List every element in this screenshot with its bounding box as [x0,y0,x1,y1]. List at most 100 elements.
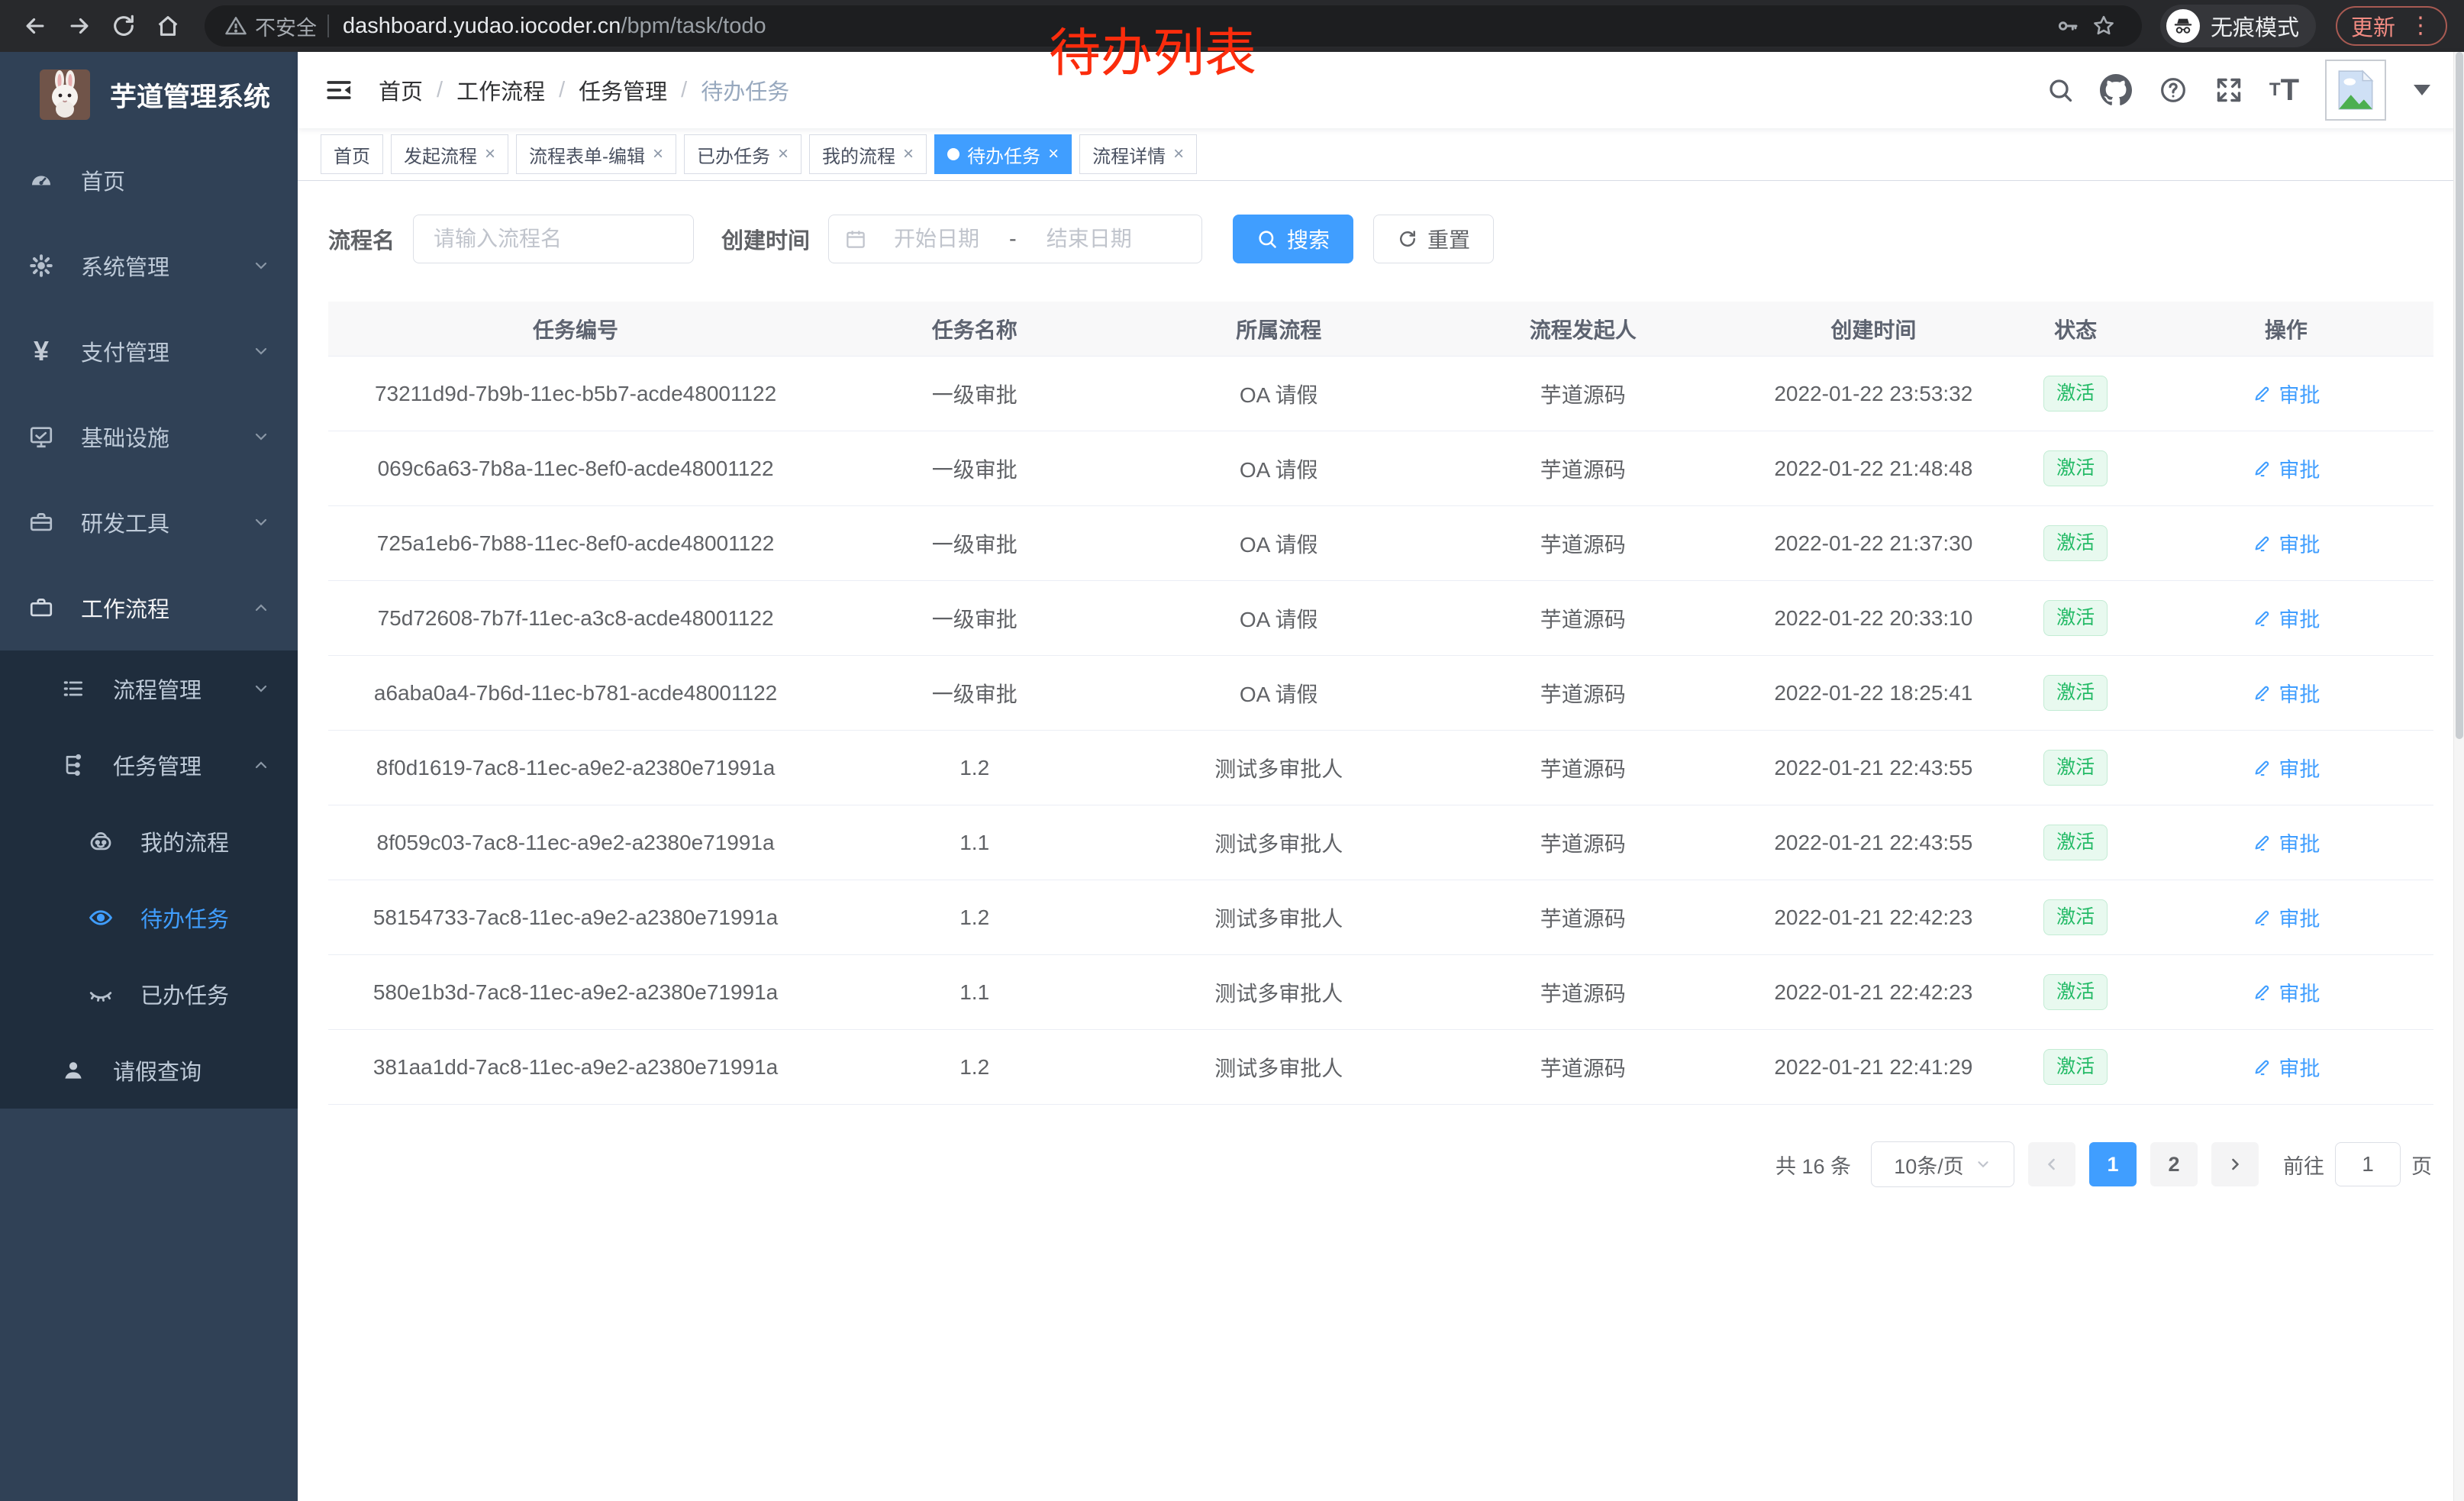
sidebar-item-home[interactable]: 首页 [0,137,298,223]
saved-passwords-button[interactable] [2049,8,2085,44]
tree-glyph [61,753,85,777]
approve-link[interactable]: 审批 [2252,977,2320,1007]
table-row: 75d72608-7b7f-11ec-a3c8-acde48001122 一级审… [328,581,2433,656]
close-icon[interactable]: × [1048,144,1059,165]
annotation-overlay: 待办列表 [1049,11,1256,86]
sidebar-item-dev-tools[interactable]: 研发工具 [0,479,298,565]
browser-reload-button[interactable] [105,8,142,44]
refresh-icon [1397,228,1418,250]
col-task-name: 任务名称 [823,314,1126,344]
tag-label: 流程详情 [1092,141,1166,168]
sidebar-item-todo-tasks[interactable]: 待办任务 [0,880,298,956]
tag-start-process[interactable]: 发起流程× [391,134,508,174]
approve-link[interactable]: 审批 [2252,379,2320,408]
sidebar-item-system[interactable]: 系统管理 [0,223,298,308]
page-2-button[interactable]: 2 [2150,1142,2198,1186]
task-name: 1.2 [823,1055,1126,1080]
close-icon[interactable]: × [1173,144,1184,165]
browser-forward-button[interactable] [61,8,98,44]
sidebar-item-process-management[interactable]: 流程管理 [0,650,298,727]
list-icon [60,676,87,701]
breadcrumb-task-management[interactable]: 任务管理 [579,74,667,106]
sidebar-item-done-tasks[interactable]: 已办任务 [0,956,298,1032]
eye-closed-icon [87,981,114,1007]
close-icon[interactable]: × [653,144,663,165]
workflow-submenu: 流程管理 任务管理 我的流程 待办任务 [0,650,298,1109]
browser-home-button[interactable] [150,8,186,44]
start-date-input[interactable] [872,217,1001,261]
close-icon[interactable]: × [778,144,789,165]
toolbox-icon [27,509,55,535]
tag-label: 已办任务 [697,141,770,168]
edit-icon [2252,608,2272,628]
status-badge: 激活 [2043,675,2108,711]
approve-link[interactable]: 审批 [2252,528,2320,558]
end-date-input[interactable] [1024,217,1154,261]
next-page-button[interactable] [2211,1142,2259,1186]
search-icon [2046,76,2074,104]
pagination-total: 共 16 条 [1775,1150,1851,1180]
approve-link[interactable]: 审批 [2252,603,2320,633]
approve-link[interactable]: 审批 [2252,1052,2320,1082]
key-icon [2055,14,2079,38]
tag-process-form-edit[interactable]: 流程表单-编辑× [516,134,676,174]
table-row: 725a1eb6-7b88-11ec-8ef0-acde48001122 一级审… [328,506,2433,581]
robot-face-glyph [88,828,114,854]
breadcrumb-separator: / [559,78,565,103]
page-scrollbar[interactable] [2453,52,2464,1501]
tag-my-process[interactable]: 我的流程× [809,134,927,174]
approve-link[interactable]: 审批 [2252,454,2320,483]
browser-menu-icon[interactable]: ⋮ [2409,15,2432,37]
sidebar-item-task-management[interactable]: 任务管理 [0,727,298,803]
header-search-button[interactable] [2046,76,2074,104]
incognito-icon [2166,9,2200,43]
github-link[interactable] [2100,74,2132,106]
search-button[interactable]: 搜索 [1233,215,1353,263]
page-1-button[interactable]: 1 [2089,1142,2137,1186]
tag-todo-tasks-active[interactable]: 待办任务× [934,134,1072,174]
avatar-caret-icon[interactable] [2414,85,2430,95]
sidebar-item-infrastructure[interactable]: 基础设施 [0,394,298,479]
date-range-picker[interactable]: - [828,215,1202,263]
sidebar-item-payment[interactable]: ¥ 支付管理 [0,308,298,394]
filter-form: 流程名 创建时间 - 搜索 重置 [328,215,2433,263]
scrollbar-thumb[interactable] [2456,52,2463,739]
sidebar-item-workflow[interactable]: 工作流程 [0,565,298,650]
close-icon[interactable]: × [485,144,495,165]
breadcrumb-home[interactable]: 首页 [379,74,423,106]
docs-help-link[interactable] [2158,75,2188,105]
user-avatar[interactable] [2325,60,2386,121]
process-name-input[interactable] [413,215,694,263]
sidebar-logo-row[interactable]: 芋道管理系统 [0,52,298,137]
prev-page-button[interactable] [2028,1142,2075,1186]
approve-link[interactable]: 审批 [2252,678,2320,708]
sidebar-collapse-button[interactable] [321,72,357,108]
task-process: OA 请假 [1126,454,1431,484]
close-icon[interactable]: × [903,144,914,165]
approve-label: 审批 [2279,454,2320,483]
browser-back-button[interactable] [17,8,53,44]
sidebar-item-my-process[interactable]: 我的流程 [0,803,298,880]
task-process: OA 请假 [1126,528,1431,559]
approve-link[interactable]: 审批 [2252,753,2320,783]
range-separator: - [1006,227,1020,252]
tag-home[interactable]: 首页 [321,134,383,174]
task-id: 73211d9d-7b9b-11ec-b5b7-acde48001122 [328,382,823,406]
goto-page-input[interactable] [2335,1142,2401,1186]
approve-link[interactable]: 审批 [2252,828,2320,857]
reset-button[interactable]: 重置 [1373,215,1494,263]
chevron-down-icon [252,257,270,275]
breadcrumb-workflow[interactable]: 工作流程 [456,74,545,106]
update-label: 更新 [2351,10,2395,42]
sidebar-item-leave-query[interactable]: 请假查询 [0,1032,298,1109]
incognito-badge: 无痕模式 [2160,5,2316,47]
font-size-button[interactable]: TT [2269,75,2299,105]
page-size-select[interactable]: 10条/页 [1871,1141,2014,1187]
approve-link[interactable]: 审批 [2252,902,2320,932]
table-row: 8f059c03-7ac8-11ec-a9e2-a2380e71991a 1.1… [328,805,2433,880]
tag-done-tasks[interactable]: 已办任务 × [684,134,801,174]
tag-process-detail[interactable]: 流程详情 × [1079,134,1197,174]
browser-update-button[interactable]: 更新 ⋮ [2336,6,2447,46]
fullscreen-button[interactable] [2214,76,2243,105]
bookmark-button[interactable] [2085,8,2122,44]
